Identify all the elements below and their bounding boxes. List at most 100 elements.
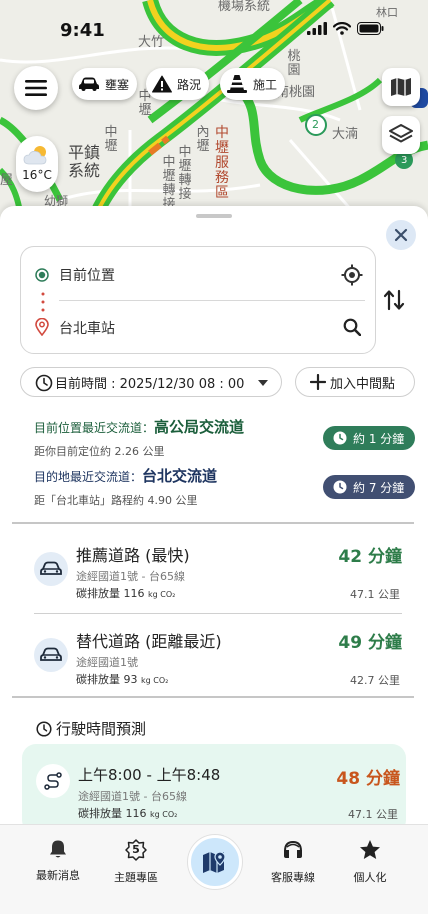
map-icon	[391, 78, 411, 96]
route-input-divider	[59, 300, 365, 301]
route-via: 途經國道1號	[76, 656, 138, 669]
plus-icon	[310, 374, 326, 390]
tab-topics[interactable]: 5 主題專區	[96, 839, 176, 885]
bottom-tab-bar: 最新消息 5 主題專區 客服專線 個人化	[0, 824, 428, 914]
tab-profile[interactable]: 個人化	[330, 839, 410, 885]
layers-button[interactable]	[382, 116, 420, 154]
traffic-cone-icon	[227, 75, 247, 93]
departure-time-selector[interactable]: 目前時間 : 2025/12/30 08 : 00	[20, 367, 282, 397]
tab-service[interactable]: 客服專線	[253, 839, 333, 885]
star-icon	[360, 840, 380, 859]
route-shield-3: 3	[401, 155, 408, 166]
origin-text: 目前位置	[59, 268, 115, 284]
map-label-dawan: 大湳	[332, 127, 359, 142]
map-label-wu: 屋	[0, 173, 14, 188]
route-name: 替代道路 (距離最近)	[76, 632, 222, 651]
route-co2: 碳排放量 116 kg CO₂	[76, 585, 175, 601]
tab-service-label: 客服專線	[271, 871, 315, 884]
swap-route-button[interactable]	[382, 288, 406, 316]
map-label-neili: 內壢	[196, 125, 210, 154]
tab-topics-label: 主題專區	[114, 871, 158, 884]
nearest-destination-interchange: 目的地最近交流道：台北交流道 距「台北車站」路程約 4.90 公里	[34, 465, 217, 508]
map-pin-icon	[203, 851, 226, 873]
route-distance: 47.1 公里	[350, 588, 400, 601]
route-name: 推薦道路 (最快)	[76, 546, 190, 565]
chip-traffic-label: 路況	[177, 77, 202, 92]
tab-map[interactable]	[188, 835, 242, 889]
add-waypoint-label: 加入中間點	[330, 376, 396, 392]
route-co2: 碳排放量 93 kg CO₂	[76, 671, 168, 687]
map-label-taoyuan: 桃園	[287, 49, 301, 78]
chip-traffic[interactable]: 路況	[146, 68, 210, 100]
battery-icon	[357, 22, 384, 35]
chip-construction[interactable]: 施工	[220, 68, 286, 100]
map-label-pingzhen: 平鎮系統	[68, 143, 101, 180]
tab-news[interactable]: 最新消息	[18, 839, 98, 883]
topics-badge-icon: 5	[125, 839, 147, 861]
menu-button[interactable]	[14, 66, 58, 110]
destination-pin-icon	[35, 318, 49, 336]
chip-jam[interactable]: 壅塞	[72, 68, 138, 100]
car-icon	[79, 77, 99, 91]
clock-filled-icon	[333, 480, 347, 494]
tab-profile-label: 個人化	[353, 871, 387, 884]
route-car-icon-wrap	[34, 552, 68, 586]
status-time: 9:41	[60, 20, 105, 41]
route-duration: 49 分鐘	[338, 633, 402, 653]
weather-temperature: 16°C	[22, 168, 52, 182]
route-divider	[34, 613, 402, 614]
nearest-dest-eta: 約 7 分鐘	[353, 480, 405, 495]
weather-widget[interactable]: 16°C	[16, 136, 58, 192]
route-duration: 42 分鐘	[338, 547, 402, 567]
route-sheet: 目前位置 台北車站 目前時間: 2025/12/30 08: 00 加入中間…	[0, 206, 428, 914]
map-view[interactable]: 機場系統 大竹 林口 桃園 南桃園 中壢 中壢 平鎮系統 內壢 中壢服務區 中壢…	[0, 0, 428, 230]
cellular-signal-icon	[307, 22, 327, 35]
route-co2-value: 碳排放量 93	[76, 673, 138, 686]
topics-badge-number: 5	[132, 843, 140, 856]
add-waypoint-button[interactable]: 加入中間點	[295, 367, 415, 397]
nearest-dest-detail: 距「台北車站」路程約 4.90 公里	[34, 494, 198, 507]
route-co2-unit: kg CO₂	[141, 676, 169, 685]
map-style-button[interactable]	[382, 68, 420, 106]
clock-filled-icon	[333, 431, 347, 445]
search-icon[interactable]	[343, 318, 361, 336]
destination-row[interactable]: 台北車站	[21, 303, 377, 353]
route-co2-unit: kg CO₂	[148, 590, 176, 599]
route-path-icon-wrap	[36, 764, 70, 798]
map-label-zhongli-zhuanjie: 中壢轉接	[178, 145, 192, 202]
route-via: 途經國道1號 - 台65線	[76, 570, 185, 583]
prediction-co2-unit: kg CO₂	[150, 810, 178, 819]
route-option-shortest[interactable]: 替代道路 (距離最近) 途經國道1號 碳排放量 93 kg CO₂ 49 分鐘 …	[34, 632, 404, 694]
car-outline-icon	[40, 561, 62, 575]
prediction-time-range: 上午8:00 - 上午8:48	[78, 766, 221, 784]
prediction-co2: 碳排放量 116 kg CO₂	[78, 805, 177, 821]
nearest-dest-prefix: 目的地最近交流道：	[34, 470, 143, 484]
route-co2-value: 碳排放量 116	[76, 587, 145, 600]
car-outline-icon	[40, 647, 62, 661]
origin-row[interactable]: 目前位置	[21, 250, 377, 300]
nearest-origin-prefix: 目前位置最近交流道：	[34, 421, 155, 435]
section-divider	[12, 522, 414, 524]
section-divider	[12, 696, 414, 698]
prediction-duration: 48 分鐘	[336, 769, 400, 789]
prediction-title: 行駛時間預測	[36, 718, 146, 739]
route-input-box: 目前位置 台北車站	[20, 246, 376, 354]
prediction-card[interactable]: 上午8:00 - 上午8:48 途經國道1號 - 台65線 碳排放量 116 k…	[22, 744, 406, 834]
bell-icon	[50, 840, 66, 858]
close-button[interactable]	[386, 220, 416, 250]
route-distance: 42.7 公里	[350, 674, 400, 687]
nearest-origin-eta: 約 1 分鐘	[353, 431, 405, 446]
prediction-co2-value: 碳排放量 116	[78, 807, 147, 820]
nearest-origin-eta-badge: 約 1 分鐘	[323, 426, 415, 450]
chip-jam-label: 壅塞	[105, 77, 130, 92]
route-option-fastest[interactable]: 推薦道路 (最快) 途經國道1號 - 台65線 碳排放量 116 kg CO₂ …	[34, 546, 404, 608]
map-label-zhongli-zhuanjie-2: 中壢轉接	[162, 155, 176, 212]
warning-icon	[152, 75, 172, 93]
departure-time-label: 目前時間 : 2025/12/30 08 : 00	[55, 376, 245, 392]
nearest-dest-name: 台北交流道	[142, 467, 218, 485]
caret-down-icon	[258, 380, 268, 386]
route-path-icon	[44, 772, 62, 790]
sheet-drag-handle[interactable]	[196, 214, 232, 218]
hamburger-menu-icon	[25, 80, 47, 96]
locate-me-icon[interactable]	[341, 264, 363, 286]
